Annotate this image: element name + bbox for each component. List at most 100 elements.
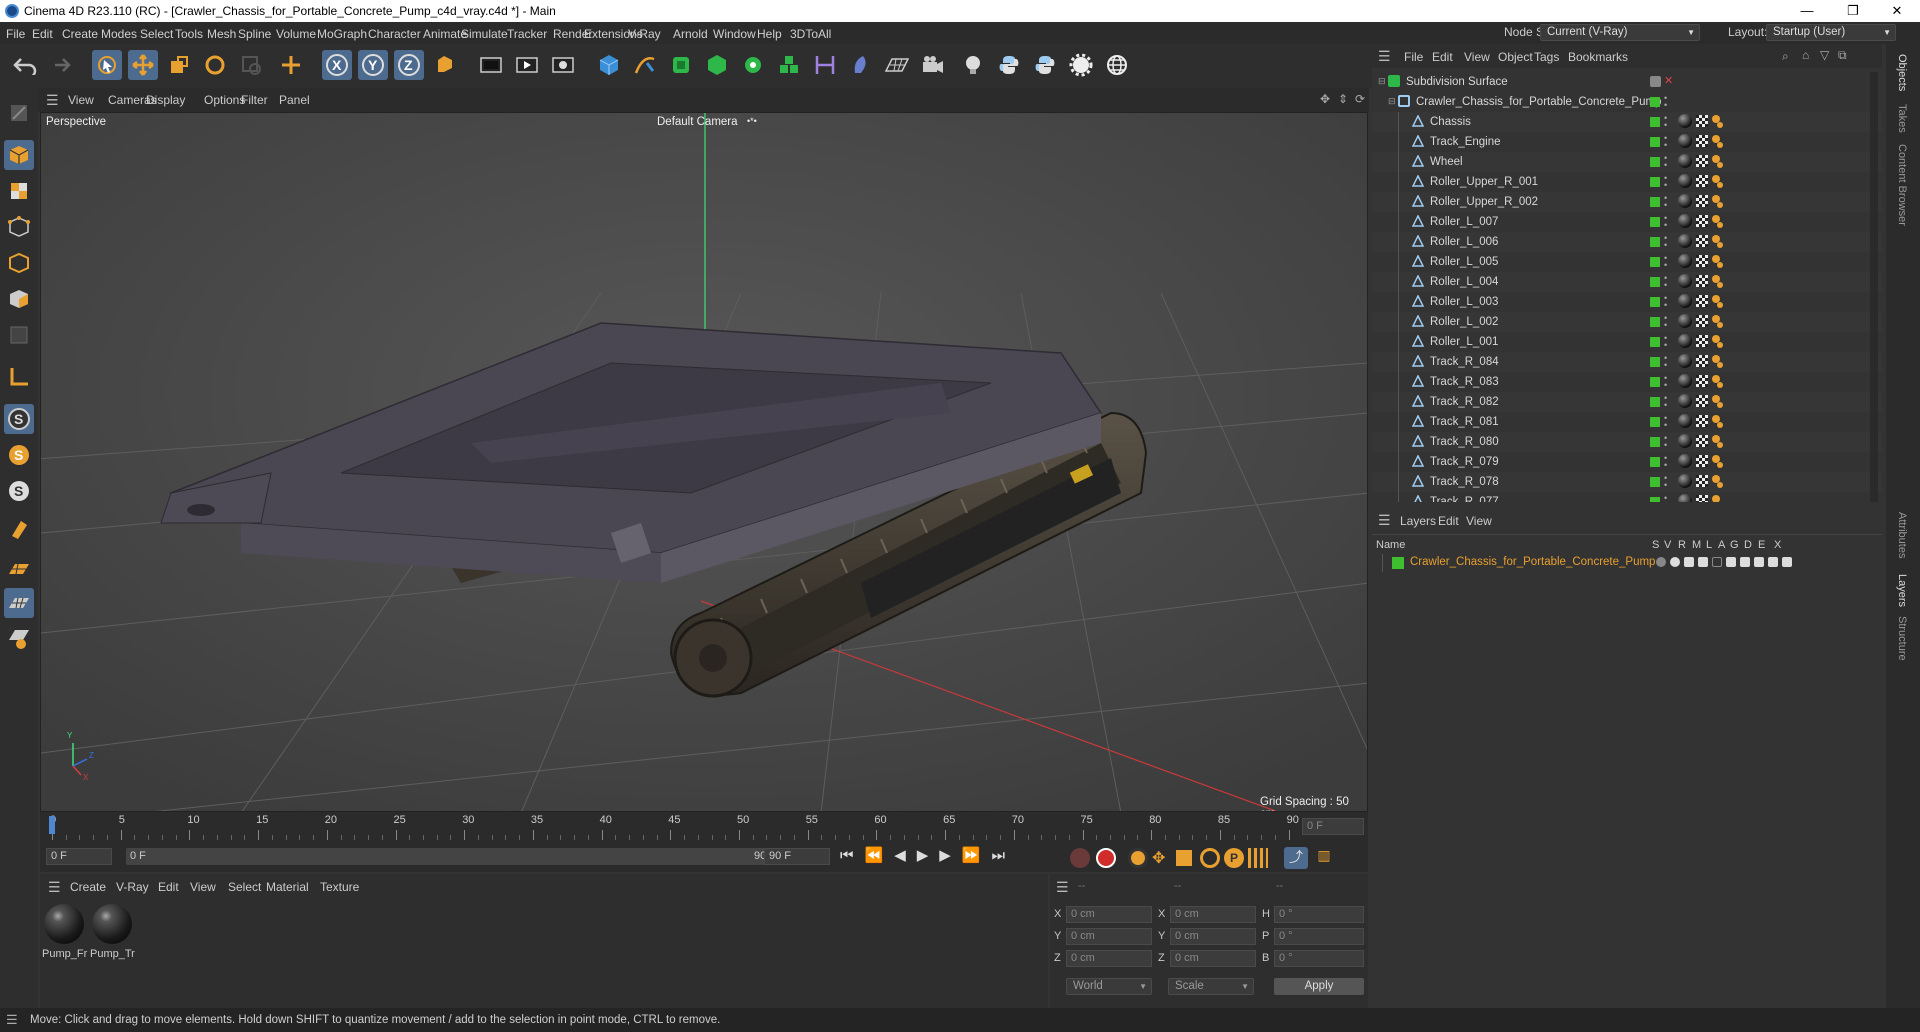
cloner-icon[interactable] xyxy=(738,50,768,80)
object-row-track-r-083[interactable]: Track_R_083 • • xyxy=(1372,372,1882,392)
vray-tag-icon[interactable] xyxy=(1712,435,1720,443)
menu-window[interactable]: Window xyxy=(713,27,756,41)
object-row-wheel[interactable]: Wheel • • xyxy=(1372,152,1882,172)
menu-volume[interactable]: Volume xyxy=(276,27,316,41)
object-row-group[interactable]: ⊟ Crawler_Chassis_for_Portable_Concrete_P… xyxy=(1372,92,1882,112)
menu-simulate[interactable]: Simulate xyxy=(461,27,508,41)
menu-character[interactable]: Character xyxy=(368,27,421,41)
texture-tag-icon[interactable] xyxy=(1696,115,1708,127)
vray-tag-icon[interactable] xyxy=(1712,315,1720,323)
layout-dropdown[interactable]: Startup (User) ▼ xyxy=(1766,24,1896,41)
maximize-button[interactable]: ❐ xyxy=(1830,0,1876,22)
visibility-dot-green[interactable] xyxy=(1650,397,1660,407)
material-menu-vray[interactable]: V-Ray xyxy=(116,880,149,894)
render-dots-icon[interactable]: • • xyxy=(1664,214,1667,230)
material-tag-icon[interactable] xyxy=(1678,214,1692,228)
rotate-tool-button[interactable] xyxy=(200,50,230,80)
world-axis-button[interactable] xyxy=(276,50,306,80)
visibility-dot-green[interactable] xyxy=(1650,277,1660,287)
coord-size-field[interactable]: 0 cm xyxy=(1170,906,1256,923)
material-menu-create[interactable]: Create xyxy=(70,880,106,894)
key-rotation-icon[interactable] xyxy=(1200,848,1220,868)
light-icon[interactable] xyxy=(958,50,988,80)
menu-vray[interactable]: V-Ray xyxy=(628,27,661,41)
object-row-roller-l-005[interactable]: Roller_L_005 • • xyxy=(1372,252,1882,272)
material-swatch[interactable]: Pump_Tr xyxy=(90,902,135,966)
render-dots-icon[interactable]: • • xyxy=(1664,94,1667,110)
deformer-icon[interactable] xyxy=(846,50,876,80)
points-mode-icon[interactable] xyxy=(4,212,34,242)
object-row-track-r-084[interactable]: Track_R_084 • • xyxy=(1372,352,1882,372)
coord-rotation-field[interactable]: 0 ° xyxy=(1274,950,1364,967)
search-icon[interactable]: ⌕ xyxy=(1782,49,1789,64)
go-to-end-icon[interactable]: ⏭ xyxy=(992,847,1017,864)
lock-workplane-icon[interactable] xyxy=(4,624,34,654)
object-row-roller-l-001[interactable]: Roller_L_001 • • xyxy=(1372,332,1882,352)
material-tag-icon[interactable] xyxy=(1678,454,1692,468)
uv-mode-icon[interactable] xyxy=(4,320,34,350)
render-to-picture-viewer-button[interactable] xyxy=(512,50,542,80)
material-tag-icon[interactable] xyxy=(1678,234,1692,248)
menu-arnold[interactable]: Arnold xyxy=(673,27,708,41)
close-icon[interactable]: ✕ xyxy=(1664,74,1673,87)
object-menu-tags[interactable]: Tags xyxy=(1534,50,1559,64)
vray-tag-icon[interactable] xyxy=(1712,235,1720,243)
tab-layers[interactable]: Layers xyxy=(1896,574,1908,607)
render-dots-icon[interactable]: • • xyxy=(1664,434,1667,450)
visibility-dot-green[interactable] xyxy=(1650,357,1660,367)
texture-tag-icon[interactable] xyxy=(1696,235,1708,247)
visibility-dot-green[interactable] xyxy=(1650,137,1660,147)
material-tag-icon[interactable] xyxy=(1678,274,1692,288)
home-icon[interactable]: ⌂ xyxy=(1802,48,1809,62)
object-row-roller-l-002[interactable]: Roller_L_002 • • xyxy=(1372,312,1882,332)
deformer-icon[interactable] xyxy=(1754,557,1764,567)
vray-tag-icon[interactable] xyxy=(1712,475,1720,483)
object-row-track-r-078[interactable]: Track_R_078 • • xyxy=(1372,472,1882,492)
vray-tag-icon[interactable] xyxy=(1712,135,1720,143)
material-menu-texture[interactable]: Texture xyxy=(320,880,359,894)
visibility-dot-green[interactable] xyxy=(1650,217,1660,227)
material-tag-icon[interactable] xyxy=(1678,414,1692,428)
render-dots-icon[interactable]: • • xyxy=(1664,454,1667,470)
visibility-dot-green[interactable] xyxy=(1650,257,1660,267)
texture-tag-icon[interactable] xyxy=(1696,175,1708,187)
next-frame-icon[interactable]: ▶ xyxy=(939,847,962,864)
solo-icon[interactable] xyxy=(1656,557,1666,567)
coordinate-space-dropdown[interactable]: World ▼ xyxy=(1066,978,1152,995)
go-to-start-icon[interactable]: ⏮ xyxy=(840,847,865,864)
object-row-roller-l-006[interactable]: Roller_L_006 • • xyxy=(1372,232,1882,252)
visibility-dot-green[interactable] xyxy=(1650,237,1660,247)
texture-tag-icon[interactable] xyxy=(1696,395,1708,407)
visibility-dot-green[interactable] xyxy=(1650,477,1660,487)
texture-tag-icon[interactable] xyxy=(1696,375,1708,387)
texture-tag-icon[interactable] xyxy=(1696,195,1708,207)
vray-tag-icon[interactable] xyxy=(1712,375,1720,383)
material-tag-icon[interactable] xyxy=(1678,374,1692,388)
close-button[interactable]: ✕ xyxy=(1874,0,1920,22)
vray-tag-icon[interactable] xyxy=(1712,195,1720,203)
visibility-dot-green[interactable] xyxy=(1650,317,1660,327)
vray-tag-icon[interactable] xyxy=(1712,175,1720,183)
render-dots-icon[interactable]: • • xyxy=(1664,234,1667,250)
tab-content-browser[interactable]: Content Browser xyxy=(1896,144,1908,226)
menu-tools[interactable]: Tools xyxy=(175,27,203,41)
render-dots-icon[interactable]: • • xyxy=(1664,114,1667,130)
coord-position-field[interactable]: 0 cm xyxy=(1066,928,1152,945)
object-row-roller-upper-r-002[interactable]: Roller_Upper_R_002 • • xyxy=(1372,192,1882,212)
hamburger-icon[interactable]: ☰ xyxy=(1378,48,1391,65)
animation-icon[interactable] xyxy=(1726,557,1736,567)
object-row-roller-l-007[interactable]: Roller_L_007 • • xyxy=(1372,212,1882,232)
texture-tag-icon[interactable] xyxy=(1696,275,1708,287)
vray-tag-icon[interactable] xyxy=(1712,275,1720,283)
texture-tag-icon[interactable] xyxy=(1696,315,1708,327)
hamburger-icon[interactable]: ☰ xyxy=(46,92,59,109)
scale-mode-dropdown[interactable]: Scale ▼ xyxy=(1168,978,1254,995)
material-tag-icon[interactable] xyxy=(1678,154,1692,168)
model-mode-icon[interactable] xyxy=(4,140,34,170)
visible-icon[interactable] xyxy=(1670,557,1680,567)
material-tag-icon[interactable] xyxy=(1678,354,1692,368)
vray-tag-icon[interactable] xyxy=(1712,215,1720,223)
viewport-menu-view[interactable]: View xyxy=(68,93,94,107)
enable-check-icon[interactable] xyxy=(1650,76,1661,87)
python-script-icon[interactable] xyxy=(994,50,1024,80)
